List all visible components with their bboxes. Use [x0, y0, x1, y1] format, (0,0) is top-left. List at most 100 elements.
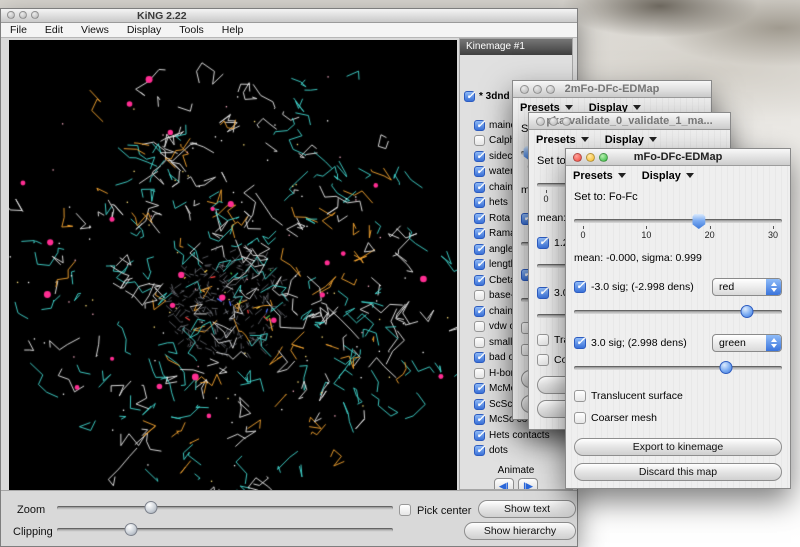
panel-item-checkbox[interactable]: [474, 228, 485, 239]
menu-views[interactable]: Views: [72, 24, 118, 36]
clipping-slider-track[interactable]: [57, 528, 393, 532]
export-to-kinemage-button[interactable]: Export to kinemage: [574, 438, 782, 456]
coarser-mesh-checkbox[interactable]: [574, 412, 586, 424]
pick-center-checkbox[interactable]: [399, 504, 411, 516]
panel-item-checkbox[interactable]: [474, 166, 485, 177]
panel-item[interactable]: dots: [460, 443, 572, 459]
menu-help[interactable]: Help: [213, 24, 253, 36]
map-window-2: mFo-DFc-EDMap Presets Display Set to: Fo-Fc…: [565, 148, 791, 489]
kinemage-selector[interactable]: Kinemage #1: [460, 39, 572, 55]
panel-item-checkbox[interactable]: [474, 135, 485, 146]
king-window-title: KiNG 2.22: [137, 9, 187, 23]
panel-item-checkbox[interactable]: [474, 399, 485, 410]
animate-prev-button[interactable]: ◀|: [494, 478, 514, 491]
zoom-button[interactable]: [546, 85, 555, 94]
map-level-slider-thumb[interactable]: [692, 214, 705, 229]
slider-tick-labels: 0102030: [574, 230, 782, 240]
panel-item-checkbox[interactable]: [474, 445, 485, 456]
window-titlebar[interactable]: 2mFo-DFc-EDMap: [513, 81, 711, 98]
animate-next-button[interactable]: |▶: [518, 478, 538, 491]
panel-item-checkbox[interactable]: [474, 352, 485, 363]
pick-center-label: Pick center: [417, 505, 471, 517]
panel-item-checkbox[interactable]: [474, 120, 485, 131]
panel-item-checkbox[interactable]: [474, 306, 485, 317]
menu-file[interactable]: File: [1, 24, 36, 36]
panel-item-checkbox[interactable]: [474, 182, 485, 193]
window-titlebar[interactable]: mFo-DFc-EDMap: [566, 149, 790, 166]
panel-item-checkbox[interactable]: [474, 414, 485, 425]
panel-item-checkbox[interactable]: [474, 337, 485, 348]
high-contour-checkbox[interactable]: [537, 287, 549, 299]
panel-item-checkbox[interactable]: [474, 383, 485, 394]
high-contour-slider[interactable]: [574, 360, 782, 376]
window-title: 2mFo-DFc-EDMap: [565, 83, 660, 95]
high-contour-slider-thumb[interactable]: [719, 361, 732, 374]
map-window-body: Set to: Fo-Fc0102030mean: -0.000, sigma:…: [566, 185, 790, 481]
panel-item-checkbox[interactable]: [474, 368, 485, 379]
panel-item-checkbox[interactable]: [474, 430, 485, 441]
minimize-button[interactable]: [19, 11, 27, 19]
minimize-button[interactable]: [533, 85, 542, 94]
low-contour-checkbox[interactable]: [537, 237, 549, 249]
show-text-button[interactable]: Show text: [478, 500, 576, 518]
panel-item-checkbox[interactable]: [474, 290, 485, 301]
panel-item-checkbox[interactable]: [474, 151, 485, 162]
window-titlebar[interactable]: pka-validate_0_validate_1_ma...: [529, 113, 730, 130]
dropdown-arrows-icon: [766, 335, 781, 351]
presets-menu[interactable]: Presets: [573, 170, 626, 182]
chevron-down-icon: [618, 173, 626, 178]
chevron-down-icon: [565, 105, 573, 110]
menu-tools[interactable]: Tools: [170, 24, 213, 36]
menu-display[interactable]: Display: [118, 24, 170, 36]
panel-item-checkbox[interactable]: [474, 275, 485, 286]
translucent-checkbox[interactable]: [574, 390, 586, 402]
display-menu[interactable]: Display: [642, 170, 694, 182]
zoom-slider[interactable]: [57, 500, 393, 516]
low-contour-checkbox[interactable]: [574, 281, 586, 293]
low-color-dropdown[interactable]: red: [712, 278, 782, 296]
zoom-slider-thumb[interactable]: [145, 501, 158, 514]
menu-edit[interactable]: Edit: [36, 24, 72, 36]
clipping-slider-thumb[interactable]: [124, 523, 137, 536]
panel-item-label: Hets contacts: [489, 430, 550, 441]
presets-menu[interactable]: Presets: [536, 134, 589, 146]
panel-item-checkbox[interactable]: [474, 244, 485, 255]
translucent-checkbox[interactable]: [537, 334, 549, 346]
zoom-button[interactable]: [31, 11, 39, 19]
panel-item-checkbox[interactable]: [474, 259, 485, 270]
map-level-slider[interactable]: [574, 213, 782, 229]
clipping-slider[interactable]: [57, 522, 393, 538]
low-contour-slider-thumb[interactable]: [740, 305, 753, 318]
window-controls: [573, 153, 608, 162]
zoom-slider-track[interactable]: [57, 506, 393, 510]
minimize-button[interactable]: [586, 153, 595, 162]
discard-map-button[interactable]: Discard this map: [574, 463, 782, 481]
show-hierarchy-button[interactable]: Show hierarchy: [464, 522, 576, 540]
panel-item-label: * 3dnd: [479, 91, 510, 102]
window-title: mFo-DFc-EDMap: [634, 151, 723, 163]
coarser-mesh-checkbox[interactable]: [537, 354, 549, 366]
zoom-button[interactable]: [562, 117, 571, 126]
animate-controls: ◀| |▶: [460, 478, 572, 491]
map-menubar: Presets Display: [566, 166, 790, 185]
panel-item-checkbox[interactable]: [474, 321, 485, 332]
high-contour-checkbox[interactable]: [574, 337, 586, 349]
map-menubar: Presets Display: [529, 130, 730, 149]
close-button[interactable]: [520, 85, 529, 94]
window-title: pka-validate_0_validate_1_ma...: [546, 115, 712, 127]
panel-item-checkbox[interactable]: [464, 91, 475, 102]
minimize-button[interactable]: [549, 117, 558, 126]
panel-item-checkbox[interactable]: [474, 197, 485, 208]
high-color-dropdown[interactable]: green: [712, 334, 782, 352]
close-button[interactable]: [536, 117, 545, 126]
low-contour-slider[interactable]: [574, 304, 782, 320]
king-titlebar[interactable]: KiNG 2.22: [1, 9, 577, 23]
panel-item-checkbox[interactable]: [474, 213, 485, 224]
close-button[interactable]: [573, 153, 582, 162]
high-contour-label: 3.0 sig; (2.998 dens): [591, 337, 707, 349]
close-button[interactable]: [7, 11, 15, 19]
display-menu[interactable]: Display: [605, 134, 657, 146]
zoom-button[interactable]: [599, 153, 608, 162]
zoom-label: Zoom: [17, 504, 45, 516]
kinemage-canvas[interactable]: [9, 40, 457, 490]
